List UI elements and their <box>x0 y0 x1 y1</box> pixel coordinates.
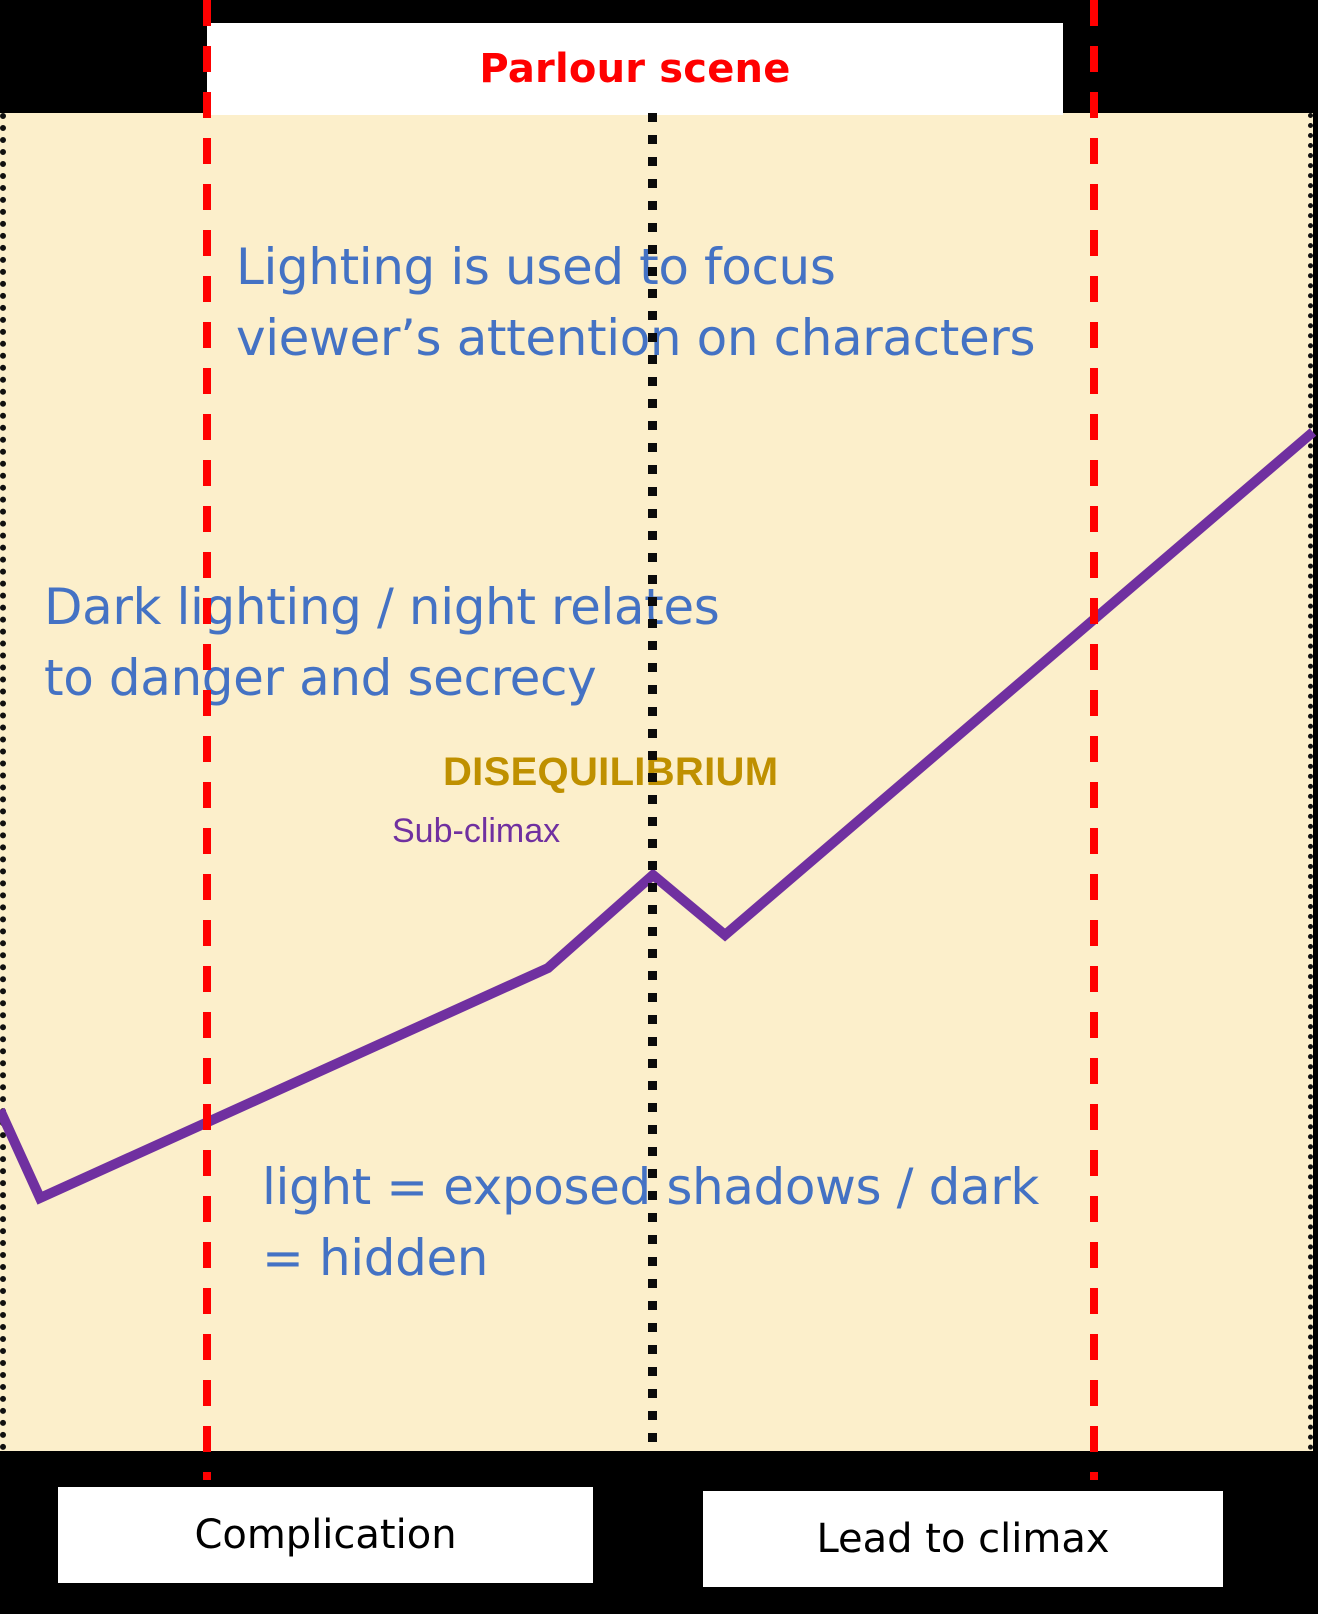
parlour-scene-box: Parlour scene <box>207 23 1063 115</box>
annotation-light-exposed: light = exposed shadows / dark = hidden <box>262 1158 1039 1287</box>
lead-to-climax-label: Lead to climax <box>816 1516 1110 1562</box>
lead-to-climax-box: Lead to climax <box>703 1491 1223 1587</box>
marker-line-parlour-start <box>203 0 211 1480</box>
label-sub-climax: Sub-climax <box>392 812 561 850</box>
parlour-scene-label: Parlour scene <box>479 46 791 92</box>
complication-label: Complication <box>194 1512 457 1558</box>
label-disequilibrium: DISEQUILIBRIUM <box>443 750 779 794</box>
marker-line-sub-climax <box>648 113 657 1451</box>
marker-line-parlour-end <box>1090 0 1098 1480</box>
complication-box: Complication <box>58 1487 593 1583</box>
diagram-canvas: Parlour scene Lighting is used to focus … <box>0 0 1318 1614</box>
annotation-lighting-focus: Lighting is used to focus viewer’s atten… <box>236 238 1036 367</box>
